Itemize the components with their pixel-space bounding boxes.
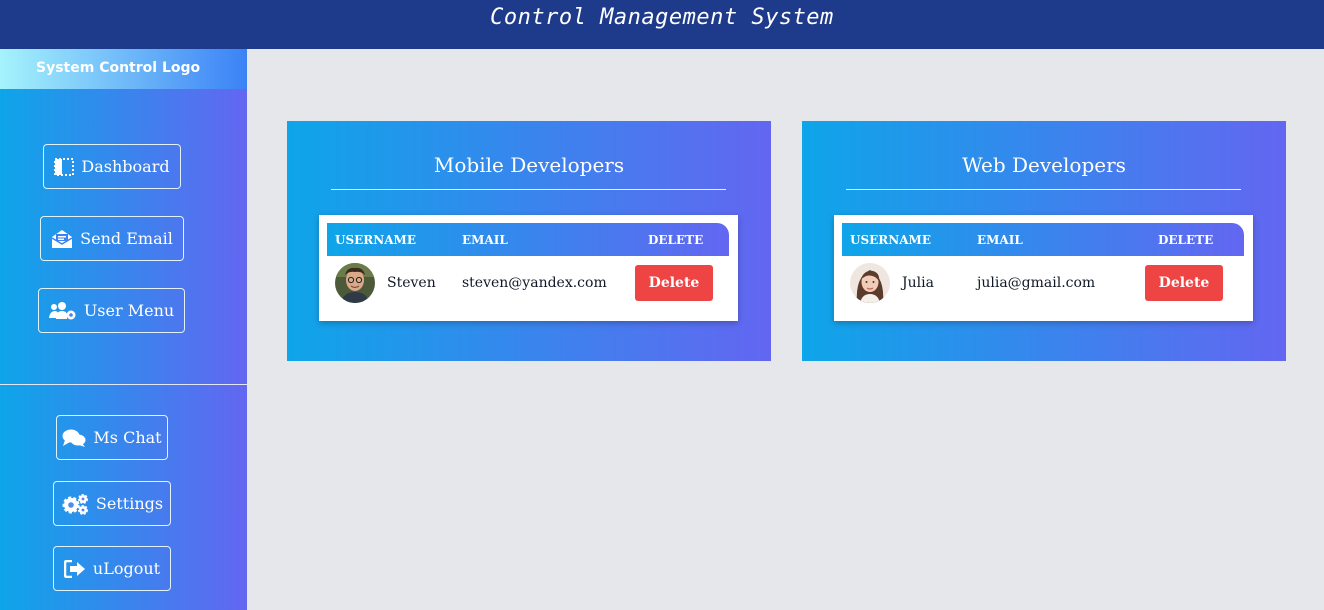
column-header-delete: DELETE xyxy=(648,233,704,247)
logo-bar[interactable]: System Control Logo xyxy=(0,49,247,89)
users-cog-icon xyxy=(48,301,77,321)
column-header-email: EMAIL xyxy=(462,233,508,247)
avatar xyxy=(335,263,375,303)
sidebar-divider xyxy=(0,384,247,385)
users-table: USERNAME EMAIL DELETE Julia julia@gmail.… xyxy=(834,215,1253,321)
logout-label: uLogout xyxy=(92,559,161,578)
settings-button[interactable]: Settings xyxy=(53,481,171,526)
card-divider xyxy=(331,189,726,190)
ms-chat-button[interactable]: Ms Chat xyxy=(56,415,168,460)
card-divider xyxy=(846,189,1241,190)
dashboard-icon xyxy=(54,157,75,176)
username: Steven xyxy=(387,275,436,291)
comments-icon xyxy=(62,428,86,448)
top-header-bar: Control Management System xyxy=(0,0,1324,49)
logo-text: System Control Logo xyxy=(36,60,201,76)
table-header: USERNAME EMAIL DELETE xyxy=(842,223,1244,256)
card-title: Mobile Developers xyxy=(433,153,625,177)
delete-button[interactable]: Delete xyxy=(635,265,713,301)
settings-label: Settings xyxy=(95,494,164,513)
dashboard-button[interactable]: Dashboard xyxy=(43,144,181,189)
sign-out-icon xyxy=(63,559,86,578)
table-row: Steven steven@yandex.com Delete xyxy=(327,259,729,307)
avatar xyxy=(850,263,890,303)
table-header: USERNAME EMAIL DELETE xyxy=(327,223,729,256)
column-header-username: USERNAME xyxy=(850,233,931,247)
send-email-label: Send Email xyxy=(80,229,173,248)
user-menu-label: User Menu xyxy=(83,301,175,320)
app-title: Control Management System xyxy=(490,5,834,30)
column-header-email: EMAIL xyxy=(977,233,1023,247)
column-header-username: USERNAME xyxy=(335,233,416,247)
web-developers-card: Web Developers USERNAME EMAIL DELETE Jul… xyxy=(802,121,1286,361)
column-header-delete: DELETE xyxy=(1158,233,1214,247)
table-row: Julia julia@gmail.com Delete xyxy=(842,259,1244,307)
send-email-button[interactable]: Send Email xyxy=(40,216,184,261)
cogs-icon xyxy=(61,493,89,515)
sidebar: System Control Logo Dashboard Send Email xyxy=(0,49,247,610)
dashboard-label: Dashboard xyxy=(81,157,170,176)
ms-chat-label: Ms Chat xyxy=(93,428,162,447)
mobile-developers-card: Mobile Developers USERNAME EMAIL DELETE xyxy=(287,121,771,361)
users-table: USERNAME EMAIL DELETE Steven steven@yand… xyxy=(319,215,738,321)
logout-button[interactable]: uLogout xyxy=(53,546,171,591)
username: Julia xyxy=(902,275,934,291)
email: steven@yandex.com xyxy=(462,275,607,291)
user-menu-button[interactable]: User Menu xyxy=(38,288,185,333)
card-title: Web Developers xyxy=(962,153,1126,177)
delete-button[interactable]: Delete xyxy=(1145,265,1223,301)
envelope-open-icon xyxy=(51,229,73,249)
email: julia@gmail.com xyxy=(977,275,1096,291)
